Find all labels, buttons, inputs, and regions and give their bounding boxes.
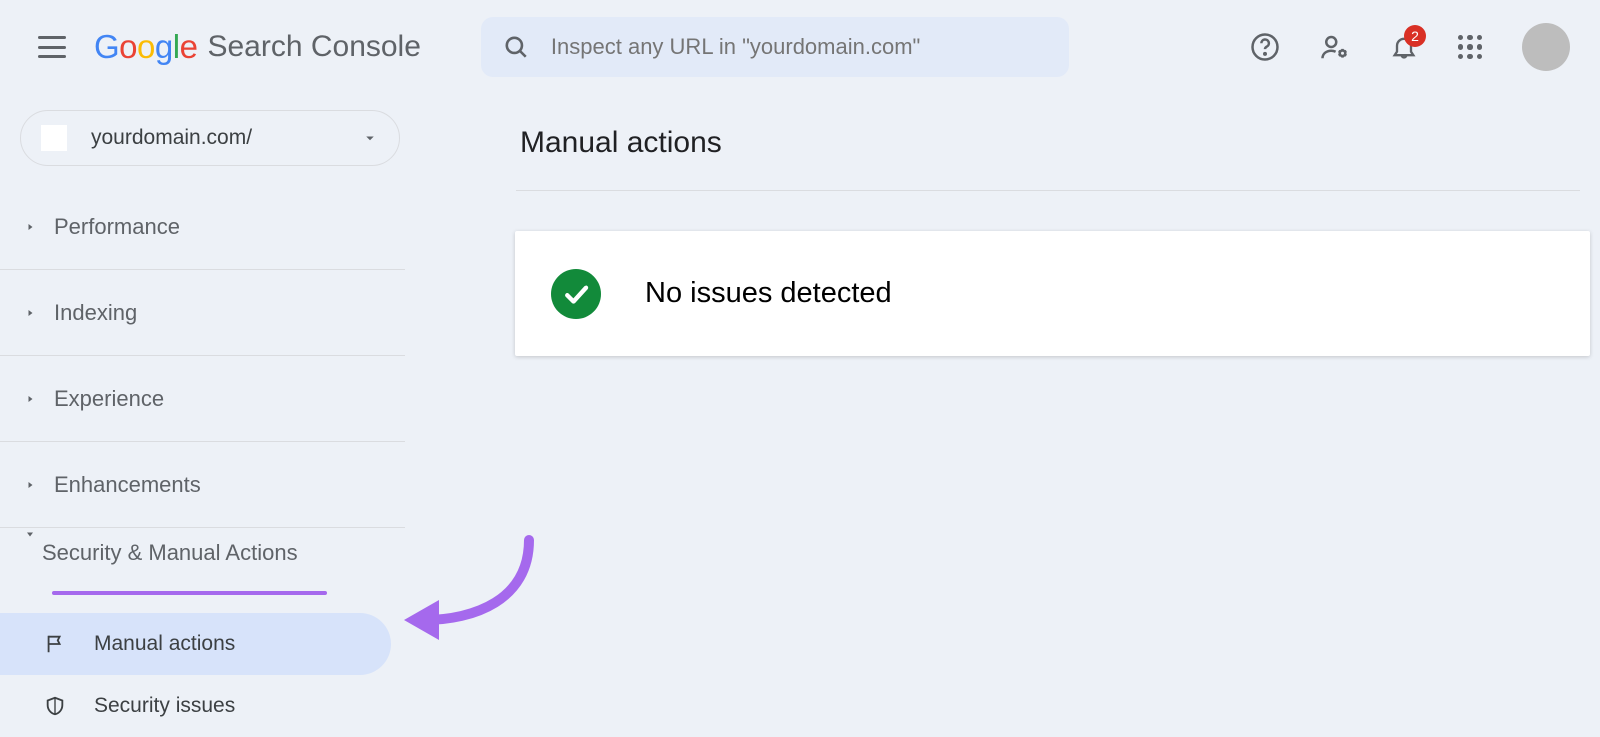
google-logo: Google bbox=[94, 28, 197, 66]
caret-down-icon bbox=[24, 528, 36, 540]
hamburger-menu-icon[interactable] bbox=[38, 36, 66, 58]
url-inspect-input[interactable] bbox=[549, 33, 1047, 61]
caret-right-icon bbox=[24, 307, 36, 319]
checkmark-icon bbox=[551, 269, 601, 319]
url-inspect-search[interactable] bbox=[481, 17, 1069, 77]
sidebar: yourdomain.com/ Performance Indexing Exp… bbox=[0, 110, 405, 735]
product-logo[interactable]: Google Search Console bbox=[94, 28, 421, 66]
search-icon bbox=[503, 34, 529, 60]
sidebar-item-manual-actions[interactable]: Manual actions bbox=[0, 613, 391, 675]
property-selector[interactable]: yourdomain.com/ bbox=[20, 110, 400, 166]
chevron-down-icon bbox=[361, 129, 379, 147]
section-label: Experience bbox=[54, 386, 164, 412]
page-title: Manual actions bbox=[520, 126, 1590, 160]
flag-icon bbox=[42, 633, 68, 655]
section-label: Enhancements bbox=[54, 472, 201, 498]
status-card: No issues detected bbox=[515, 231, 1590, 356]
sidebar-item-label: Security issues bbox=[94, 694, 235, 718]
main-content: Manual actions No issues detected bbox=[520, 126, 1590, 356]
notification-badge: 2 bbox=[1404, 25, 1426, 47]
section-label: Indexing bbox=[54, 300, 137, 326]
google-apps-icon[interactable] bbox=[1458, 35, 1482, 59]
header-actions: 2 bbox=[1250, 0, 1570, 94]
help-icon[interactable] bbox=[1250, 32, 1280, 62]
sidebar-section-security[interactable]: Security & Manual Actions bbox=[0, 528, 405, 613]
section-label: Performance bbox=[54, 214, 180, 240]
notifications-icon[interactable]: 2 bbox=[1390, 33, 1418, 61]
section-label: Security & Manual Actions bbox=[42, 540, 298, 565]
app-name: Search Console bbox=[207, 30, 420, 64]
annotation-arrow bbox=[394, 530, 544, 650]
shield-icon bbox=[42, 695, 68, 717]
sidebar-section-experience[interactable]: Experience bbox=[0, 356, 405, 441]
annotation-underline bbox=[52, 591, 327, 595]
divider bbox=[516, 190, 1580, 191]
sidebar-section-performance[interactable]: Performance bbox=[0, 184, 405, 269]
caret-right-icon bbox=[24, 221, 36, 233]
sidebar-item-security-issues[interactable]: Security issues bbox=[0, 675, 391, 737]
account-avatar[interactable] bbox=[1522, 23, 1570, 71]
sidebar-section-indexing[interactable]: Indexing bbox=[0, 270, 405, 355]
manage-users-icon[interactable] bbox=[1320, 32, 1350, 62]
property-domain: yourdomain.com/ bbox=[91, 126, 361, 150]
caret-right-icon bbox=[24, 393, 36, 405]
sidebar-section-enhancements[interactable]: Enhancements bbox=[0, 442, 405, 527]
caret-right-icon bbox=[24, 479, 36, 491]
status-message: No issues detected bbox=[645, 277, 892, 310]
property-favicon bbox=[41, 125, 67, 151]
sidebar-item-label: Manual actions bbox=[94, 632, 235, 656]
app-header: Google Search Console 2 bbox=[0, 0, 1600, 94]
